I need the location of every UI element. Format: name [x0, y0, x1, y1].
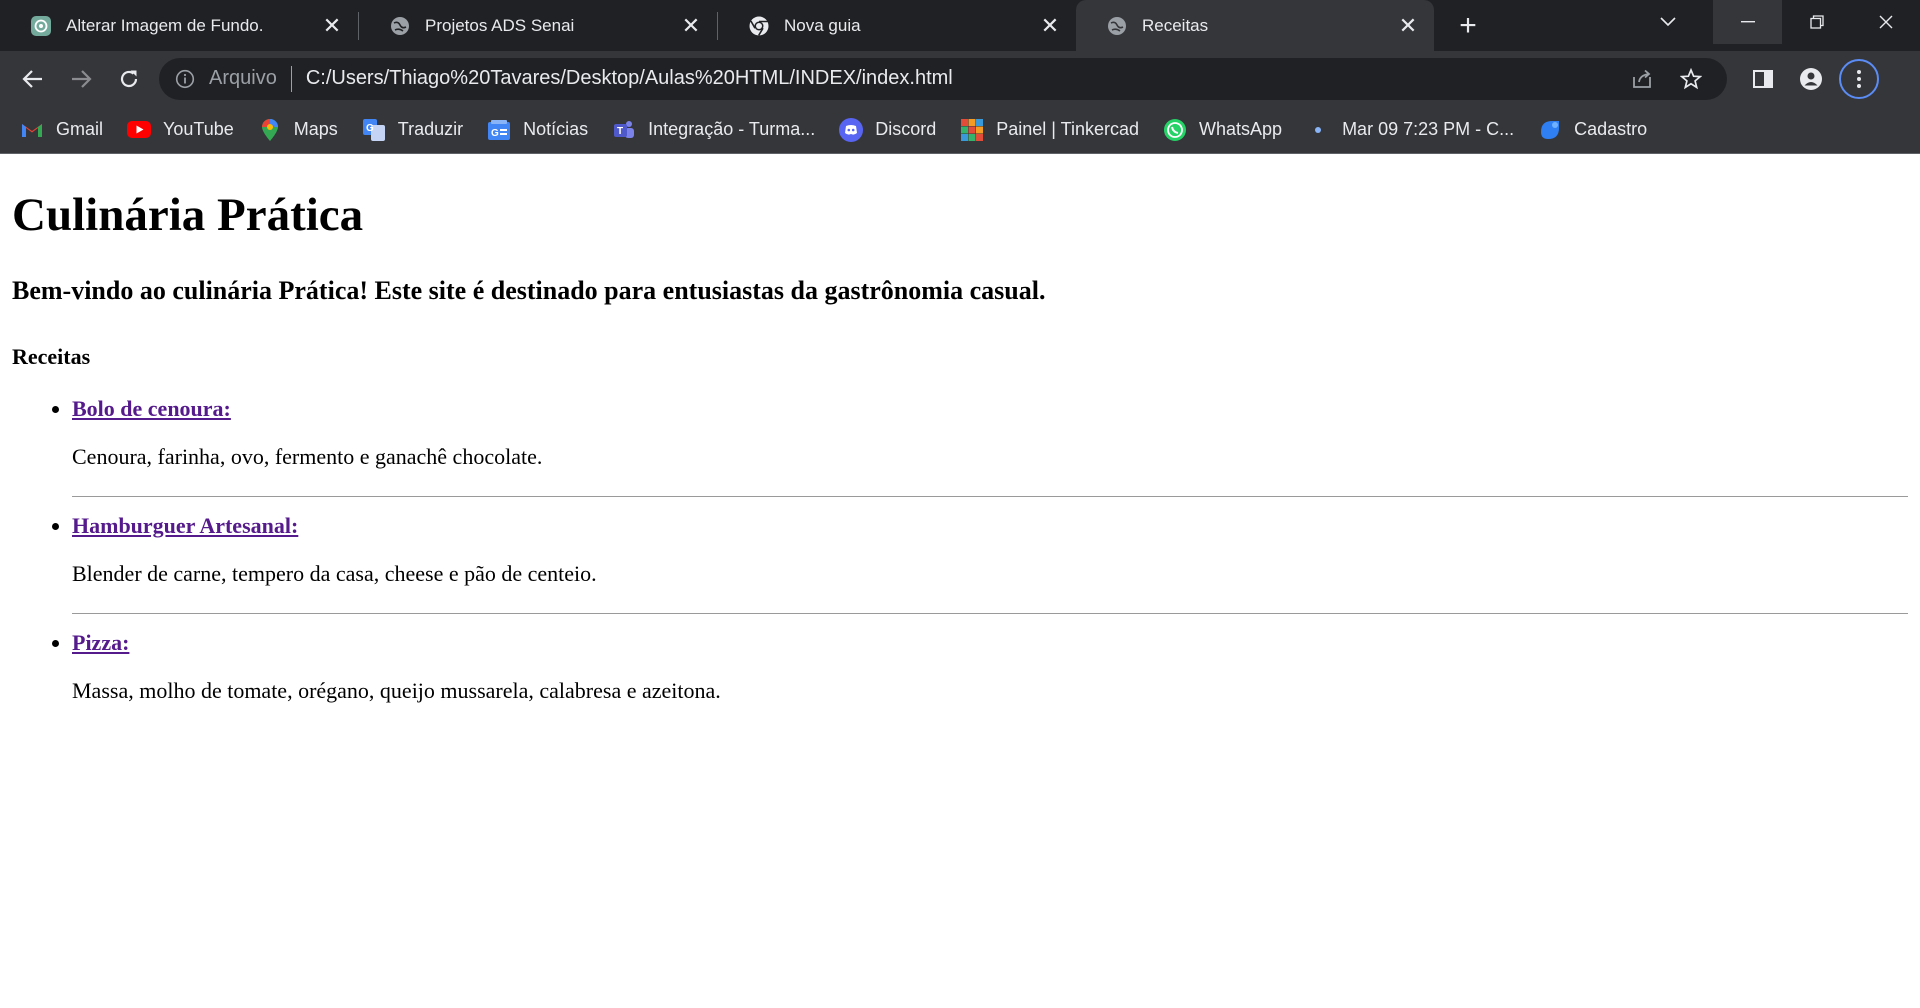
maps-icon — [258, 118, 282, 142]
recipe-ingredients: Blender de carne, tempero da casa, chees… — [72, 561, 597, 586]
bookmark-label: Mar 09 7:23 PM - C... — [1342, 119, 1515, 139]
tab-title: Projetos ADS Senai — [425, 15, 575, 35]
page-title: Culinária Prática — [12, 189, 364, 241]
whatsapp-icon — [1163, 118, 1187, 142]
recipe-link-hamburguer[interactable]: Hamburguer Artesanal: — [72, 513, 298, 538]
divider — [72, 496, 1908, 497]
forward-arrow-icon[interactable] — [57, 55, 105, 103]
address-bar[interactable]: Arquivo C:/Users/Thiago%20Tavares/Deskto… — [159, 57, 1727, 100]
gmail-icon — [20, 118, 44, 142]
discord-icon — [839, 117, 864, 142]
scheme-label: Arquivo — [209, 67, 277, 89]
side-panel-icon[interactable] — [1739, 55, 1787, 103]
recipe-item: Bolo de cenoura: Cenoura, farinha, ovo, … — [72, 396, 1908, 497]
tab-alterar-imagem[interactable]: Alterar Imagem de Fundo. ✕ — [0, 0, 358, 51]
recipe-ingredients: Massa, molho de tomate, orégano, queijo … — [72, 678, 721, 703]
close-tab-icon[interactable]: ✕ — [1036, 12, 1064, 40]
tab-title: Alterar Imagem de Fundo. — [66, 15, 264, 35]
divider — [72, 613, 1908, 614]
back-arrow-icon[interactable] — [9, 55, 57, 103]
toolbar: Arquivo C:/Users/Thiago%20Tavares/Deskto… — [0, 51, 1920, 106]
news-icon: G — [487, 118, 511, 142]
bookmark-gmail[interactable]: Gmail — [20, 118, 103, 142]
bookmark-label: Maps — [293, 119, 338, 139]
bookmark-traduzir[interactable]: G Traduzir — [362, 118, 463, 142]
svg-text:G: G — [491, 128, 499, 139]
tab-strip: Alterar Imagem de Fundo. ✕ Projetos ADS … — [0, 0, 1920, 51]
bookmark-mar-09[interactable]: Mar 09 7:23 PM - C... — [1306, 118, 1514, 142]
dot-icon — [1306, 118, 1330, 142]
bookmark-label: Integração - Turma... — [648, 119, 816, 139]
svg-text:G: G — [366, 123, 374, 134]
recipe-item: Pizza: Massa, molho de tomate, orégano, … — [72, 630, 1908, 704]
bookmark-tinkercad[interactable]: Painel | Tinkercad — [960, 118, 1139, 142]
bookmark-label: Gmail — [56, 119, 104, 139]
bookmark-youtube[interactable]: YouTube — [127, 118, 234, 142]
youtube-icon — [127, 118, 152, 142]
bookmark-integracao[interactable]: T Integração - Turma... — [612, 118, 815, 142]
close-window-icon[interactable] — [1851, 0, 1920, 44]
close-tab-icon[interactable]: ✕ — [677, 12, 705, 40]
bookmark-cadastro[interactable]: Cadastro — [1538, 118, 1647, 142]
tab-search-chevron-icon[interactable] — [1638, 0, 1698, 44]
globe-icon — [389, 15, 411, 37]
address-divider — [290, 65, 292, 92]
cadastro-icon — [1538, 118, 1562, 142]
page-content: Culinária Prática Bem-vindo ao culinária… — [0, 188, 1920, 704]
svg-text:T: T — [617, 126, 623, 137]
restore-icon[interactable] — [1782, 0, 1851, 44]
recipe-ingredients: Cenoura, farinha, ovo, fermento e ganach… — [72, 444, 543, 469]
bookmark-discord[interactable]: Discord — [839, 117, 937, 142]
translate-icon: G — [362, 118, 386, 142]
globe-icon — [1106, 15, 1128, 37]
chatgpt-icon — [30, 15, 52, 37]
bookmark-label: WhatsApp — [1199, 119, 1283, 139]
profile-icon[interactable] — [1787, 55, 1835, 103]
bookmark-maps[interactable]: Maps — [258, 118, 338, 142]
bookmark-label: Painel | Tinkercad — [996, 119, 1140, 139]
menu-kebab-icon[interactable] — [1839, 58, 1879, 99]
welcome-message: Bem-vindo ao culinária Prática! Este sit… — [12, 276, 1046, 305]
bookmark-whatsapp[interactable]: WhatsApp — [1163, 118, 1282, 142]
bookmark-label: Discord — [875, 119, 937, 139]
bookmark-label: Notícias — [523, 119, 589, 139]
reload-icon[interactable] — [105, 55, 153, 103]
teams-icon: T — [612, 118, 636, 142]
recipe-item: Hamburguer Artesanal: Blender de carne, … — [72, 513, 1908, 614]
bookmarks-bar: Gmail YouTube Maps G Traduzir G Notícias… — [0, 106, 1920, 154]
recipe-link-pizza[interactable]: Pizza: — [72, 630, 129, 655]
bookmark-label: Cadastro — [1574, 119, 1648, 139]
tab-projetos-ads[interactable]: Projetos ADS Senai ✕ — [359, 0, 717, 51]
url-text[interactable]: C:/Users/Thiago%20Tavares/Desktop/Aulas%… — [306, 67, 1619, 90]
close-tab-icon[interactable]: ✕ — [1394, 12, 1422, 40]
tab-title: Receitas — [1142, 15, 1209, 35]
bookmark-label: Traduzir — [397, 119, 464, 139]
minimize-icon[interactable] — [1713, 0, 1782, 44]
info-icon[interactable] — [175, 69, 199, 89]
tab-nova-guia[interactable]: Nova guia ✕ — [718, 0, 1076, 51]
tab-receitas[interactable]: Receitas ✕ — [1076, 0, 1434, 51]
new-tab-button[interactable]: + — [1446, 0, 1490, 51]
chrome-icon — [748, 15, 770, 37]
window-controls — [1713, 0, 1920, 44]
share-icon[interactable] — [1619, 69, 1667, 89]
recipe-link-bolo[interactable]: Bolo de cenoura: — [72, 396, 231, 421]
bookmark-label: YouTube — [163, 119, 234, 139]
tinkercad-icon — [960, 118, 984, 142]
tab-title: Nova guia — [784, 15, 861, 35]
bookmark-noticias[interactable]: G Notícias — [487, 118, 588, 142]
bookmark-star-icon[interactable] — [1667, 67, 1715, 90]
section-title-receitas: Receitas — [12, 344, 91, 369]
close-tab-icon[interactable]: ✕ — [318, 12, 346, 40]
recipe-list: Bolo de cenoura: Cenoura, farinha, ovo, … — [12, 396, 1908, 704]
